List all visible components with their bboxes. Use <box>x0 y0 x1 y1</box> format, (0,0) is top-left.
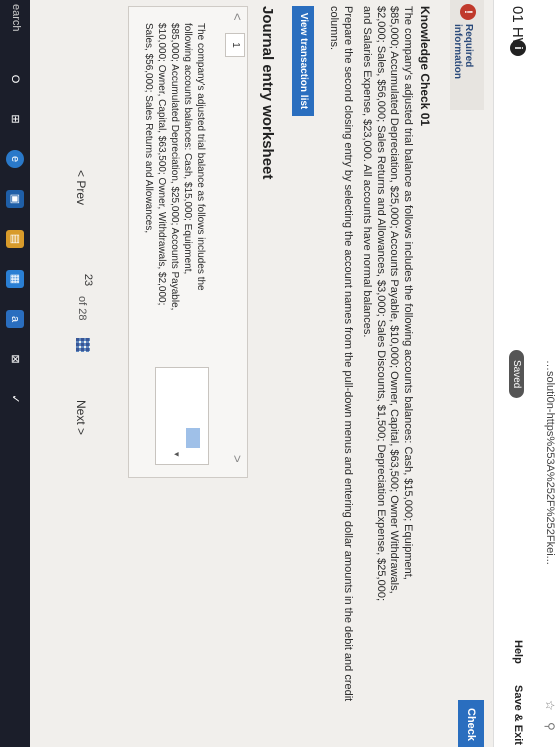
dropdown-highlight <box>186 428 200 448</box>
required-info-tab[interactable]: ! Required information <box>450 0 484 110</box>
worksheet-text: The company's adjusted trial balance as … <box>143 23 206 311</box>
saved-badge: Saved <box>509 350 524 399</box>
worksheet-title: Journal entry worksheet <box>259 6 276 180</box>
extension-icon[interactable]: ⚲ <box>543 722 557 731</box>
screen: …soluti0n-https%253A%252F%252Fkei... ☆ ⚲… <box>0 0 560 747</box>
app-a-icon[interactable]: a <box>6 310 24 328</box>
worksheet-tab-1[interactable]: 1 <box>225 33 245 57</box>
worksheet-next-arrow-icon[interactable]: > <box>230 455 245 463</box>
dropbox-icon[interactable]: ⊠ <box>6 350 24 368</box>
app-icon[interactable]: ▣ <box>6 190 24 208</box>
view-transaction-list-button[interactable]: View transaction list <box>292 6 314 116</box>
worksheet-prev-arrow-icon[interactable]: < <box>230 13 245 21</box>
info-icon[interactable]: i <box>510 40 526 56</box>
next-button[interactable]: Next > <box>74 400 88 435</box>
save-exit-button[interactable]: Save & Exit <box>512 685 524 745</box>
grid-icon[interactable] <box>76 338 90 352</box>
journal-entry-worksheet: < 1 > The company's adjusted trial balan… <box>128 6 248 478</box>
page-total: of 28 <box>76 296 88 321</box>
knowledge-check-text: The company's adjusted trial balance as … <box>361 6 415 602</box>
star-icon[interactable]: ☆ <box>543 700 557 711</box>
app-header: 01 HW i Saved Help Save & Exit <box>493 0 538 747</box>
required-info-label: Required information <box>452 24 474 79</box>
account-dropdown[interactable]: ▾ <box>155 367 209 465</box>
instruction-text: Prepare the second closing entry by sele… <box>328 6 355 702</box>
edge-browser-icon[interactable]: e <box>6 150 24 168</box>
prev-button[interactable]: < Prev <box>74 170 88 205</box>
warning-icon: ! <box>460 4 476 20</box>
url-text[interactable]: …soluti0n-https%253A%252F%252Fkei... <box>544 360 556 565</box>
checkmark-app-icon[interactable]: ✓ <box>6 390 24 408</box>
question-pager: < Prev 23 of 28 Next > <box>64 0 94 747</box>
current-page[interactable]: 23 <box>82 270 94 290</box>
file-explorer-icon[interactable]: ▤ <box>6 230 24 248</box>
taskbar-search[interactable]: earch <box>10 4 22 32</box>
store-icon[interactable]: ▦ <box>6 270 24 288</box>
taskbar: earch O ⊞ e ▣ ▤ ▦ a ⊠ ✓ <box>0 0 30 747</box>
knowledge-check-heading: Knowledge Check 01 <box>418 6 432 127</box>
browser-address-bar[interactable]: …soluti0n-https%253A%252F%252Fkei... ☆ ⚲ <box>537 0 560 747</box>
cortana-icon[interactable]: O <box>6 70 24 88</box>
task-view-icon[interactable]: ⊞ <box>6 110 24 128</box>
check-button[interactable]: Check <box>458 700 484 747</box>
main-content: ! Required information Check Knowledge C… <box>0 0 494 747</box>
help-link[interactable]: Help <box>512 640 524 664</box>
chevron-down-icon[interactable]: ▾ <box>171 452 182 457</box>
